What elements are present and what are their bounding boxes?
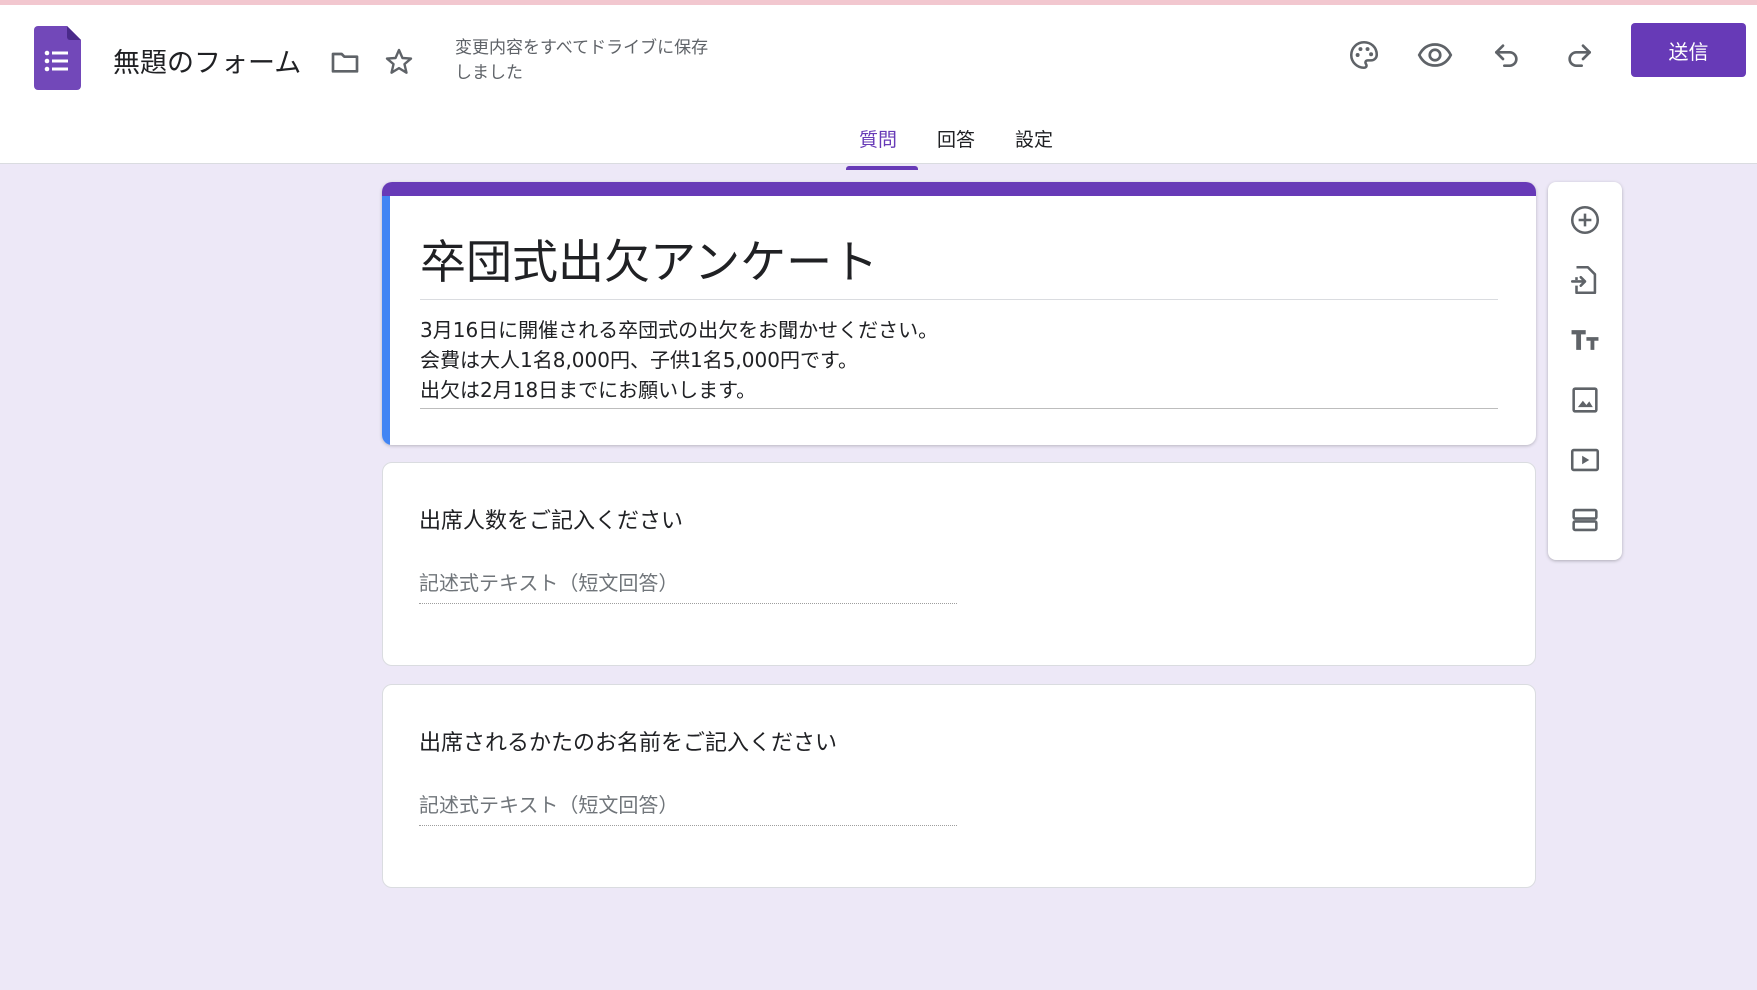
active-tab-indicator xyxy=(846,166,918,170)
short-answer-placeholder: 記述式テキスト（短文回答） xyxy=(419,793,679,817)
document-title[interactable]: 無題のフォーム xyxy=(113,41,301,80)
star-icon xyxy=(385,48,413,74)
question-title: 出席人数をご記入ください xyxy=(419,509,684,534)
floating-toolbar xyxy=(1548,182,1622,560)
add-question-icon xyxy=(1570,205,1600,235)
palette-icon xyxy=(1349,40,1379,70)
add-section-button[interactable] xyxy=(1561,496,1609,544)
folder-icon xyxy=(331,52,359,73)
star-button[interactable] xyxy=(378,41,420,83)
form-description[interactable]: 3月16日に開催される卒団式の出欠をお聞かせください。 会費は大人1名8,000… xyxy=(420,315,938,405)
description-line: 3月16日に開催される卒団式の出欠をお聞かせください。 xyxy=(420,318,939,342)
answer-underline xyxy=(419,825,957,826)
tab-responses[interactable]: 回答 xyxy=(937,125,975,152)
question-card[interactable]: 出席されるかたのお名前をご記入ください 記述式テキスト（短文回答） xyxy=(382,684,1536,888)
send-button[interactable]: 送信 xyxy=(1631,23,1746,77)
redo-button[interactable] xyxy=(1555,31,1603,79)
title-divider xyxy=(420,299,1498,300)
add-image-button[interactable] xyxy=(1561,376,1609,424)
customize-theme-button[interactable] xyxy=(1340,31,1388,79)
add-video-button[interactable] xyxy=(1561,436,1609,484)
form-header-card[interactable]: 卒団式出欠アンケート 3月16日に開催される卒団式の出欠をお聞かせください。 会… xyxy=(382,182,1536,445)
question-title: 出席されるかたのお名前をご記入ください xyxy=(419,731,838,756)
short-answer-placeholder: 記述式テキスト（短文回答） xyxy=(419,571,679,595)
description-line: 会費は大人1名8,000円、子供1名5,000円です。 xyxy=(420,348,858,372)
add-image-icon xyxy=(1572,387,1598,413)
selection-indicator xyxy=(382,196,390,445)
undo-icon xyxy=(1495,44,1518,67)
app-header: 無題のフォーム 変更内容をすべてドライブに保存しました 送信 質問 回答 設定 xyxy=(0,5,1757,170)
form-title[interactable]: 卒団式出欠アンケート xyxy=(420,226,878,292)
description-line: 出欠は2月18日までにお願いします。 xyxy=(420,378,757,402)
add-section-icon xyxy=(1572,508,1598,532)
add-video-icon xyxy=(1570,448,1600,472)
add-title-icon xyxy=(1571,330,1599,350)
redo-icon xyxy=(1568,44,1591,67)
description-divider xyxy=(420,408,1498,409)
eye-icon xyxy=(1417,43,1453,67)
tab-questions[interactable]: 質問 xyxy=(859,125,897,152)
answer-underline xyxy=(419,603,957,604)
forms-logo-icon[interactable] xyxy=(34,26,81,90)
save-status: 変更内容をすべてドライブに保存しました xyxy=(455,38,709,83)
tab-settings[interactable]: 設定 xyxy=(1015,125,1053,152)
import-questions-icon xyxy=(1570,265,1597,295)
question-card[interactable]: 出席人数をご記入ください 記述式テキスト（短文回答） xyxy=(382,462,1536,666)
theme-color-bar xyxy=(382,182,1536,196)
add-title-button[interactable] xyxy=(1561,316,1609,364)
import-questions-button[interactable] xyxy=(1561,256,1609,304)
move-to-folder-button[interactable] xyxy=(324,41,366,83)
add-question-button[interactable] xyxy=(1561,196,1609,244)
undo-button[interactable] xyxy=(1483,31,1531,79)
preview-button[interactable] xyxy=(1411,31,1459,79)
tab-bar: 質問 回答 設定 xyxy=(0,119,1757,170)
